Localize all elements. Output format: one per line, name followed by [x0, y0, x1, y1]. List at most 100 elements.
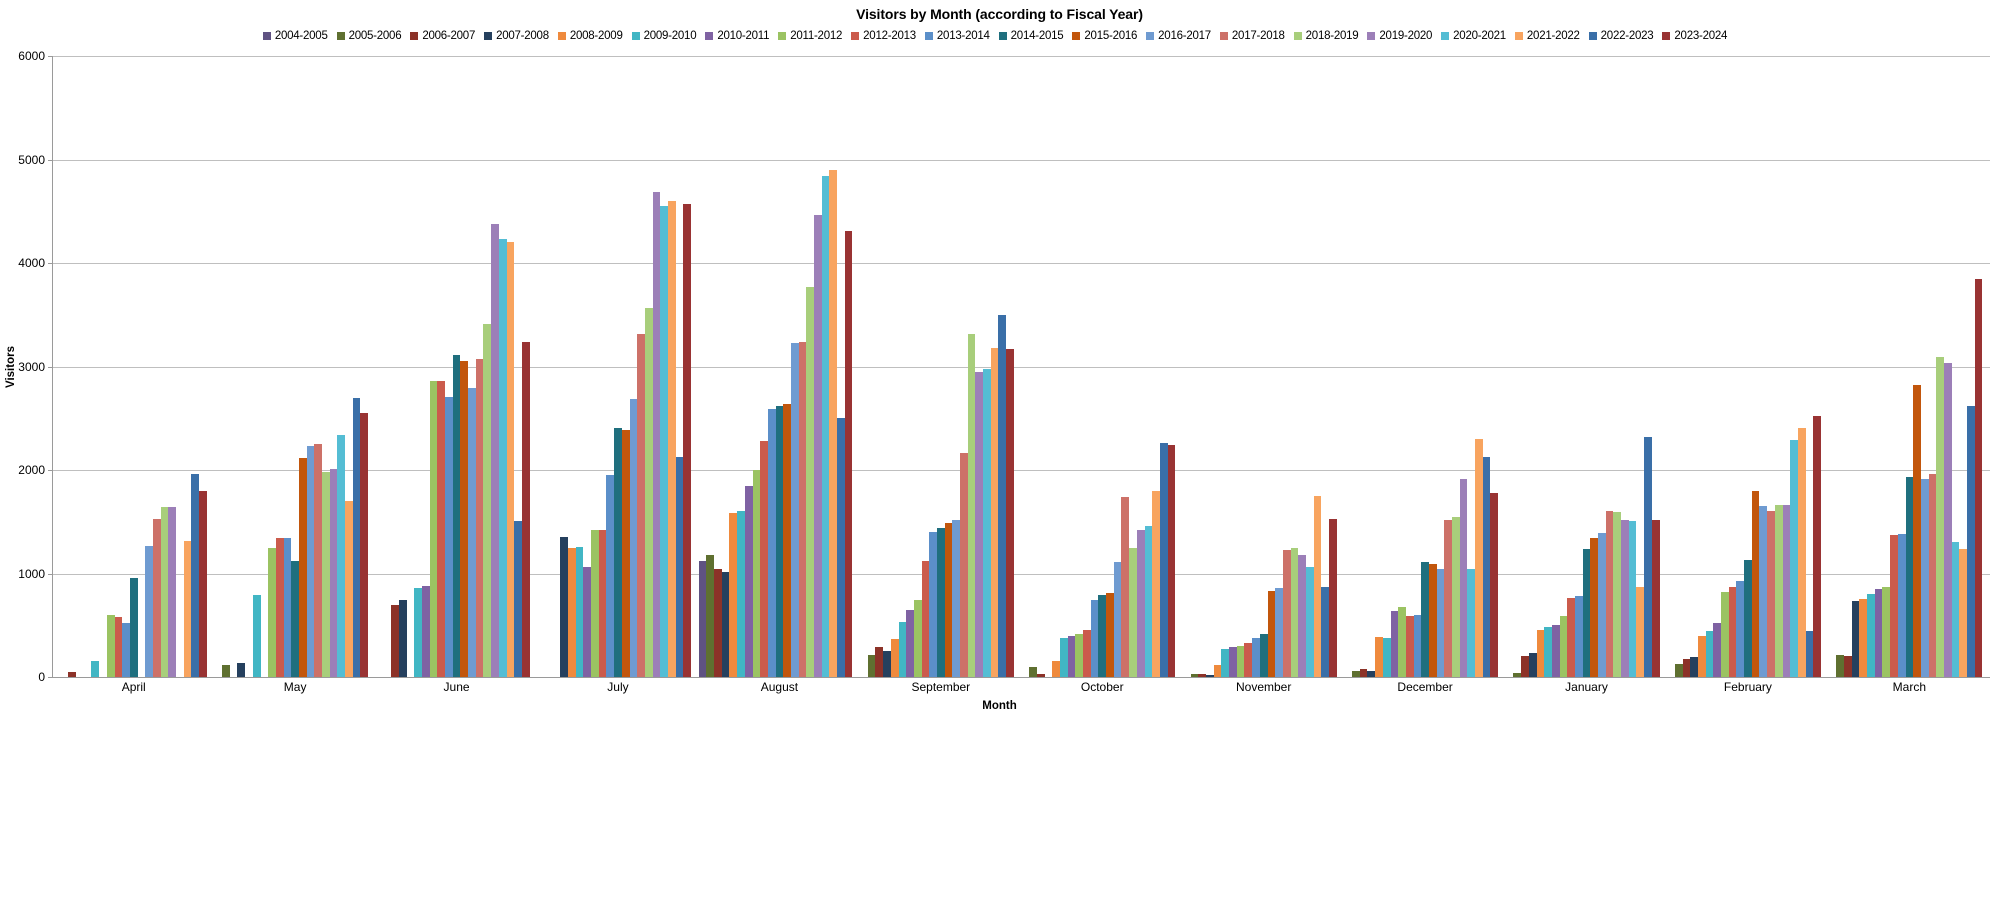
bar[interactable]	[906, 609, 914, 677]
bar[interactable]	[1897, 534, 1906, 677]
bar[interactable]	[1113, 562, 1122, 677]
bar[interactable]	[990, 347, 999, 677]
bar[interactable]	[1405, 615, 1414, 677]
bar[interactable]	[252, 595, 261, 677]
bar[interactable]	[1513, 673, 1522, 677]
bar[interactable]	[898, 622, 907, 677]
bar[interactable]	[291, 561, 299, 677]
bar[interactable]	[1890, 535, 1898, 677]
bar[interactable]	[798, 341, 807, 677]
bar[interactable]	[1036, 674, 1045, 677]
bar[interactable]	[1790, 440, 1798, 677]
bar[interactable]	[345, 501, 353, 677]
bar[interactable]	[460, 361, 469, 677]
bar[interactable]	[721, 572, 730, 677]
bar[interactable]	[744, 485, 753, 677]
bar[interactable]	[1083, 630, 1091, 677]
bar[interactable]	[145, 545, 153, 677]
bar[interactable]	[936, 527, 945, 677]
legend-item[interactable]: 2020-2021	[1441, 30, 1506, 42]
bar[interactable]	[1574, 596, 1583, 677]
bar[interactable]	[391, 604, 399, 677]
bar[interactable]	[1867, 594, 1875, 677]
bar[interactable]	[760, 441, 768, 677]
bar[interactable]	[1244, 642, 1253, 677]
bar[interactable]	[1221, 649, 1230, 677]
legend-item[interactable]: 2004-2005	[262, 30, 328, 42]
bar[interactable]	[298, 457, 307, 677]
bar[interactable]	[752, 470, 761, 677]
bar[interactable]	[998, 314, 1007, 677]
bar[interactable]	[1206, 674, 1214, 677]
bar[interactable]	[1444, 519, 1452, 677]
bar[interactable]	[1905, 477, 1914, 677]
bar[interactable]	[322, 472, 330, 677]
bar[interactable]	[1198, 674, 1207, 677]
bar[interactable]	[475, 359, 484, 677]
bar[interactable]	[821, 176, 830, 677]
bar[interactable]	[660, 206, 668, 677]
bar[interactable]	[1713, 623, 1722, 677]
bar[interactable]	[1190, 673, 1199, 677]
bar[interactable]	[445, 396, 453, 677]
bar[interactable]	[1290, 547, 1299, 677]
bar[interactable]	[1152, 490, 1160, 677]
bar[interactable]	[1967, 405, 1975, 677]
bar[interactable]	[437, 381, 446, 677]
bar[interactable]	[1313, 495, 1322, 677]
bar[interactable]	[414, 588, 422, 677]
bar[interactable]	[1613, 512, 1622, 677]
bar[interactable]	[1705, 631, 1714, 677]
legend-item[interactable]: 2019-2020	[1367, 30, 1432, 42]
bar[interactable]	[1682, 659, 1691, 677]
bar[interactable]	[91, 661, 100, 677]
bar[interactable]	[606, 475, 615, 677]
bar[interactable]	[814, 215, 822, 677]
bar[interactable]	[1874, 589, 1883, 677]
bar[interactable]	[614, 427, 622, 677]
legend-item[interactable]: 2005-2006	[336, 30, 402, 42]
bar[interactable]	[1136, 530, 1145, 677]
bar[interactable]	[329, 468, 338, 677]
bar[interactable]	[1551, 625, 1560, 677]
bar[interactable]	[498, 239, 507, 677]
bar[interactable]	[844, 230, 853, 677]
legend-item[interactable]: 2014-2015	[998, 30, 1064, 42]
bar[interactable]	[68, 672, 77, 677]
bar[interactable]	[1943, 363, 1952, 677]
bar[interactable]	[1567, 598, 1575, 677]
bar[interactable]	[1920, 479, 1929, 677]
bar[interactable]	[1951, 542, 1960, 677]
bar[interactable]	[698, 561, 707, 677]
bar[interactable]	[921, 561, 930, 677]
bar[interactable]	[129, 577, 138, 677]
bar[interactable]	[106, 614, 115, 677]
bar[interactable]	[1421, 562, 1429, 677]
bar[interactable]	[452, 355, 461, 677]
bar[interactable]	[1528, 653, 1537, 677]
bar[interactable]	[867, 654, 876, 677]
bar[interactable]	[168, 507, 176, 677]
bar[interactable]	[913, 600, 922, 677]
bar[interactable]	[1359, 668, 1368, 677]
legend-item[interactable]: 2017-2018	[1219, 30, 1285, 42]
bar[interactable]	[1590, 538, 1599, 677]
bar[interactable]	[944, 522, 953, 677]
bar[interactable]	[767, 408, 776, 677]
bar[interactable]	[806, 286, 814, 677]
bar[interactable]	[191, 474, 200, 677]
bar[interactable]	[683, 204, 692, 677]
bar[interactable]	[1582, 548, 1591, 677]
legend-item[interactable]: 2007-2008	[484, 30, 549, 42]
bar[interactable]	[952, 519, 961, 677]
bar[interactable]	[1459, 479, 1468, 677]
legend-item[interactable]: 2021-2022	[1514, 30, 1580, 42]
bar[interactable]	[429, 381, 438, 677]
bar[interactable]	[122, 623, 130, 677]
bar[interactable]	[1605, 511, 1614, 677]
bar[interactable]	[667, 200, 676, 677]
bar[interactable]	[1275, 588, 1283, 677]
bar[interactable]	[837, 418, 845, 677]
bar[interactable]	[152, 518, 161, 677]
bar[interactable]	[591, 530, 599, 677]
